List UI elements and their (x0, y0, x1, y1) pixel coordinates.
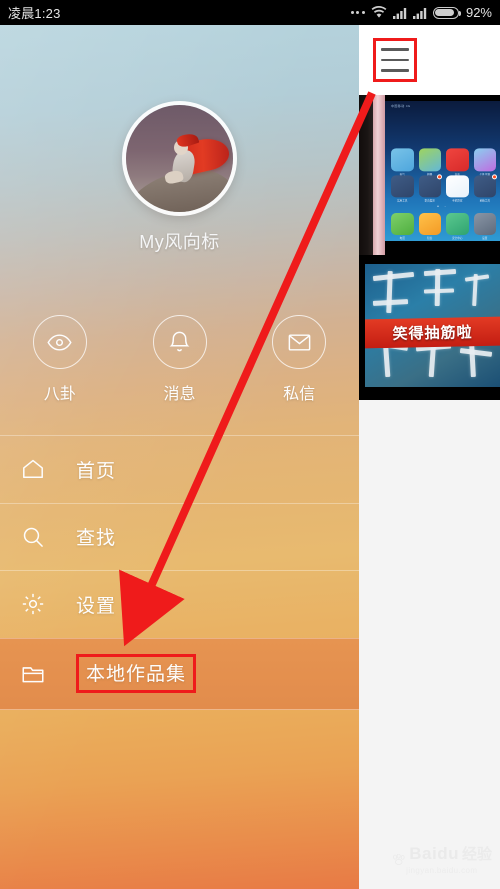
search-icon (20, 524, 58, 550)
badge-dot (492, 174, 497, 180)
phone-dock: 电话 短信 安全中心 设置 (391, 212, 496, 240)
menu-item-label: 设置 (76, 595, 117, 617)
profile-username: My风向标 (139, 232, 220, 252)
battery-percent-label: 92% (465, 5, 492, 20)
brush-stroke (385, 271, 393, 314)
brush-stroke (459, 348, 493, 358)
app-icon: 个性主题 (473, 148, 496, 176)
avatar[interactable] (122, 101, 237, 216)
home-icon (20, 456, 58, 482)
quick-action-label: 八卦 (43, 386, 76, 403)
wifi-icon (371, 6, 387, 18)
status-bar: 凌晨1:23 92% (0, 0, 500, 25)
app-label: 影音娱乐 (424, 199, 435, 203)
bell-icon (152, 315, 207, 369)
baidu-watermark: Baidu 经验 jingyan.baidu.com (392, 843, 492, 875)
signal-icon-2 (412, 7, 427, 19)
quick-action-label: 消息 (163, 386, 196, 403)
quick-action-notifications[interactable]: 消息 (120, 315, 240, 404)
signal-icon-1 (392, 7, 407, 19)
brush-stroke (424, 288, 455, 294)
app-label: 手机管家 (452, 199, 463, 203)
video-caption-text: 笑得抽筋啦 (392, 324, 473, 343)
phone-screen: 中国移动 4G 天气 相册 音乐 个性主题 实用工具 影音娱乐 手机管家 系统工… (385, 101, 500, 241)
status-bar-time: 凌晨1:23 (8, 6, 61, 21)
app-folder-icon: 系统工具 (473, 174, 497, 203)
phone-statusbar-text: 中国移动 4G (391, 104, 411, 108)
more-dots-icon (350, 11, 365, 14)
calligraphy-video-thumbnail[interactable]: 笑得抽筋啦 (359, 255, 500, 400)
app-folder-icon: 实用工具 (391, 175, 414, 203)
app-folder-icon: 影音娱乐 (418, 174, 442, 203)
paw-icon (392, 854, 405, 865)
dock-icon-settings: 设置 (473, 212, 496, 240)
app-label: 实用工具 (397, 199, 408, 203)
brush-stroke (469, 342, 477, 378)
brush-stroke (372, 298, 409, 306)
dock-label: 电话 (399, 236, 405, 240)
gear-icon (20, 591, 58, 617)
video-caption-banner: 笑得抽筋啦 (365, 316, 500, 349)
quick-action-messages[interactable]: 私信 (239, 315, 359, 404)
brush-stroke (424, 269, 457, 277)
content-panel-header (359, 25, 500, 95)
brush-stroke (372, 271, 414, 281)
page-indicator: • · (437, 204, 448, 210)
menu-item-home[interactable]: 首页 (0, 435, 359, 503)
phone-app-grid: 天气 相册 音乐 个性主题 实用工具 影音娱乐 手机管家 系统工具 (391, 148, 497, 203)
dock-label: 短信 (427, 236, 433, 240)
quick-action-label: 私信 (283, 386, 316, 403)
app-icon: 相册 (418, 148, 441, 176)
phone-photo: 中国移动 4G 天气 相册 音乐 个性主题 实用工具 影音娱乐 手机管家 系统工… (359, 95, 500, 255)
phone-edge (373, 95, 385, 255)
navigation-drawer: My风向标 八卦 消息 私信 首页 查找 设置 本地作品集 (0, 25, 359, 889)
app-icon: 音乐 (446, 148, 469, 176)
brush-stroke (434, 268, 441, 306)
envelope-icon (272, 315, 327, 369)
app-label: 系统工具 (479, 199, 490, 203)
eye-icon (32, 315, 87, 369)
dock-icon-sms: 短信 (418, 212, 441, 240)
badge-dot (437, 174, 442, 180)
screen-root: 凌晨1:23 92% 中国移动 4G 天气 相册 音乐 个性主题 实用工具 影音… (0, 0, 500, 889)
calligraphy-photo: 笑得抽筋啦 (359, 255, 500, 400)
profile-section[interactable]: My风向标 (0, 101, 359, 254)
watermark-url: jingyan.baidu.com (406, 866, 478, 875)
status-bar-icons: 92% (350, 5, 492, 20)
menu-item-search[interactable]: 查找 (0, 502, 359, 571)
dock-icon-security: 安全中心 (446, 212, 469, 240)
battery-icon (432, 6, 461, 19)
folder-icon (20, 661, 58, 687)
brush-stroke (472, 273, 478, 306)
watermark-brand-cn: 经验 (461, 846, 492, 863)
menu-item-local-collection[interactable]: 本地作品集 (0, 637, 359, 710)
phone-homescreen-thumbnail[interactable]: 中国移动 4G 天气 相册 音乐 个性主题 实用工具 影音娱乐 手机管家 系统工… (359, 95, 500, 255)
menu-item-settings[interactable]: 设置 (0, 570, 359, 638)
drawer-menu: 首页 查找 设置 本地作品集 (0, 435, 359, 710)
security-app-icon: 手机管家 (446, 175, 469, 203)
phone-bezel (359, 95, 373, 255)
dock-label: 安全中心 (452, 236, 463, 240)
dock-label: 设置 (482, 236, 488, 240)
calligraphy-background: 笑得抽筋啦 (365, 264, 500, 387)
watermark-brand: Baidu (409, 844, 459, 863)
app-icon: 天气 (391, 148, 414, 176)
dock-icon-phone: 电话 (391, 212, 414, 240)
quick-action-gossip[interactable]: 八卦 (0, 315, 120, 404)
content-panel: 中国移动 4G 天气 相册 音乐 个性主题 实用工具 影音娱乐 手机管家 系统工… (359, 25, 500, 889)
menu-item-label: 本地作品集 (76, 654, 197, 693)
quick-actions: 八卦 消息 私信 (0, 315, 359, 404)
menu-item-label: 查找 (76, 528, 117, 550)
watermark-row: Baidu 经验 (392, 843, 492, 865)
menu-item-label: 首页 (76, 460, 117, 482)
hamburger-icon[interactable] (373, 38, 417, 82)
